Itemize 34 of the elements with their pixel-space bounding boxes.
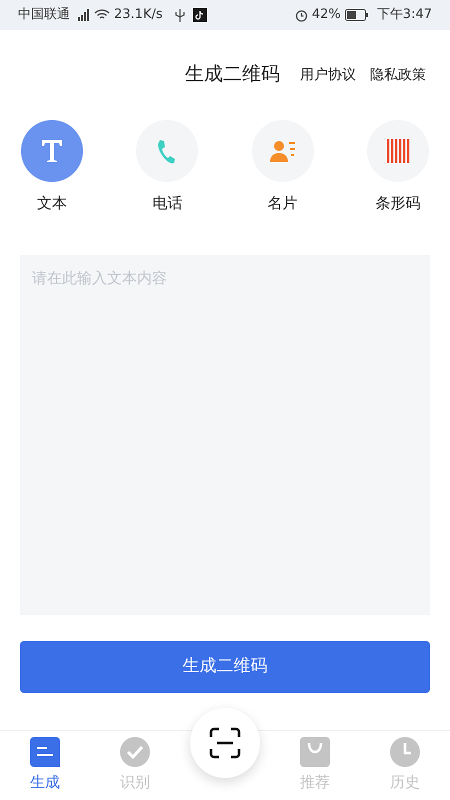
network-speed: 23.1K/s [114, 6, 163, 24]
bag-icon [300, 737, 330, 768]
tab-label: 推荐 [300, 772, 330, 794]
clock-icon [390, 737, 420, 768]
header-link[interactable]: 用户协议 [300, 65, 356, 88]
scan-icon [209, 727, 241, 759]
option-label: 名片 [268, 193, 298, 214]
letter-t-icon [40, 138, 64, 164]
type-option[interactable]: 名片 [250, 120, 315, 214]
option-label: 文本 [37, 193, 67, 214]
page-title: 生成二维码 [185, 62, 280, 86]
battery-icon [344, 9, 369, 21]
option-label: 条形码 [375, 193, 420, 214]
tab-label: 历史 [390, 772, 420, 794]
document-icon [30, 737, 60, 768]
tab-label: 生成 [30, 772, 60, 794]
battery-percent: 42% [312, 6, 341, 24]
person-card-icon [268, 139, 297, 163]
carrier-text: 中国联通 [18, 6, 70, 24]
barcode-icon [386, 138, 410, 164]
header-link[interactable]: 隐私政策 [370, 65, 426, 88]
option-label: 电话 [152, 193, 182, 214]
type-option[interactable]: 条形码 [366, 120, 430, 214]
app-icon [192, 8, 207, 22]
check-circle-icon [120, 737, 150, 768]
wifi-icon [94, 9, 110, 21]
generate-button[interactable]: 生成二维码 [20, 640, 430, 692]
type-option[interactable]: 电话 [135, 120, 200, 214]
clock-time: 下午3:47 [376, 6, 432, 24]
tab-label: 识别 [120, 772, 150, 794]
type-option[interactable]: 文本 [20, 120, 84, 214]
usb-icon [174, 8, 185, 22]
tab[interactable]: 生成 [0, 737, 90, 794]
alarm-icon [294, 8, 308, 22]
